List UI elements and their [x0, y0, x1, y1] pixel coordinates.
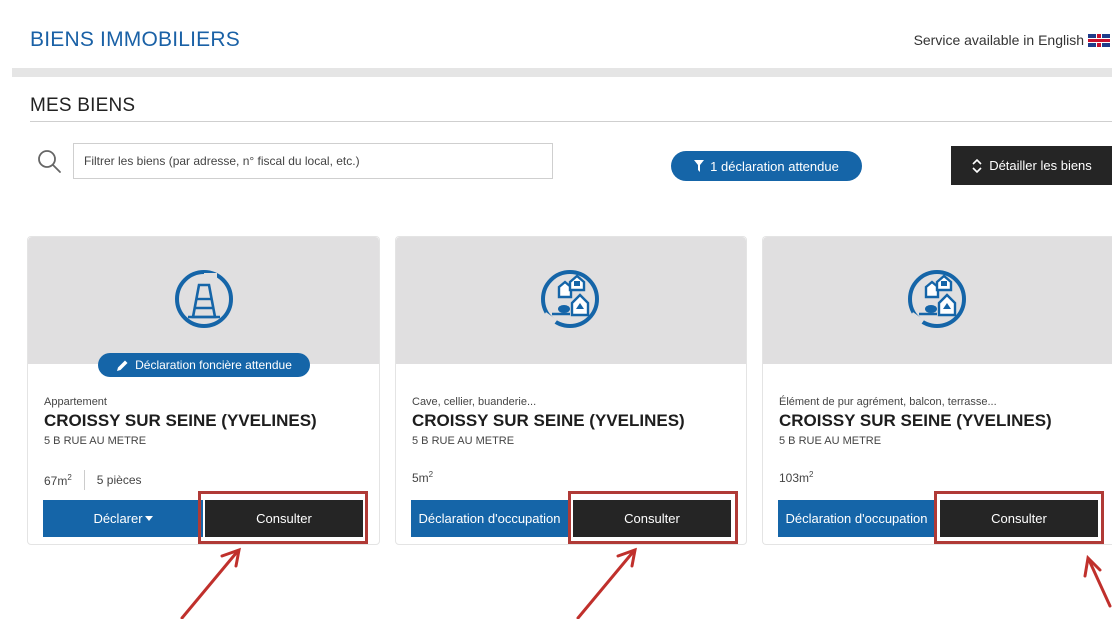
- annotation-arrow: [1083, 554, 1112, 608]
- annotation-arrow: [180, 547, 241, 619]
- header-divider: [12, 68, 1112, 77]
- property-rooms: 5 pièces: [96, 473, 142, 487]
- declare-button-label: Déclarer: [93, 511, 143, 526]
- english-link-label: Service available in English: [913, 32, 1084, 48]
- outbuildings-icon: [541, 270, 599, 328]
- consult-button-label: Consulter: [256, 511, 312, 526]
- english-language-link[interactable]: Service available in English: [914, 32, 1110, 48]
- title-divider: [30, 121, 1112, 122]
- property-details: 103m2: [779, 470, 813, 485]
- occupation-declaration-button[interactable]: Déclaration d'occupation: [778, 500, 935, 537]
- property-details: 67m2 5 pièces: [44, 470, 142, 490]
- property-type: Appartement: [44, 396, 107, 408]
- declare-dropdown-button[interactable]: Déclarer: [43, 500, 203, 537]
- filter-icon: [694, 160, 705, 172]
- uk-flag-icon: [1088, 33, 1110, 47]
- consult-button-label: Consulter: [624, 511, 680, 526]
- property-area: 103m2: [779, 470, 814, 485]
- property-address: 5 B RUE AU METRE: [44, 435, 147, 447]
- page-title: MES BIENS: [30, 95, 136, 116]
- app-title: BIENS IMMOBILIERS: [30, 28, 240, 51]
- annotation-arrow: [576, 547, 637, 619]
- caret-down-icon: [144, 516, 153, 521]
- meta-divider: [83, 470, 85, 490]
- property-city: CROISSY SUR SEINE (YVELINES): [412, 411, 685, 430]
- occupation-declaration-label: Déclaration d'occupation: [785, 511, 928, 526]
- card-header: [763, 237, 1112, 364]
- property-card: Élément de pur agrément, balcon, terrass…: [762, 236, 1112, 545]
- card-header: [396, 237, 746, 364]
- declaration-pending-badge[interactable]: Déclaration foncière attendue: [98, 353, 310, 377]
- search-icon[interactable]: [36, 148, 62, 174]
- search-input[interactable]: [73, 143, 553, 179]
- property-address: 5 B RUE AU METRE: [779, 435, 882, 447]
- occupation-declaration-button[interactable]: Déclaration d'occupation: [411, 500, 568, 537]
- consult-button-label: Consulter: [991, 511, 1047, 526]
- outbuildings-icon: [908, 270, 966, 328]
- property-card: Cave, cellier, buanderie... CROISSY SUR …: [395, 236, 747, 545]
- property-type: Élément de pur agrément, balcon, terrass…: [779, 396, 997, 408]
- property-address: 5 B RUE AU METRE: [412, 435, 515, 447]
- property-city: CROISSY SUR SEINE (YVELINES): [44, 411, 317, 430]
- property-details: 5m2: [412, 470, 433, 485]
- top-header: BIENS IMMOBILIERS Service available in E…: [0, 0, 1112, 68]
- detail-properties-button[interactable]: Détailler les biens: [951, 146, 1112, 185]
- declaration-badge-label: Déclaration foncière attendue: [135, 358, 292, 372]
- consult-button[interactable]: Consulter: [573, 500, 731, 537]
- property-card: Déclaration foncière attendue Appartemen…: [27, 236, 380, 545]
- building-icon: [175, 270, 233, 328]
- card-header: [28, 237, 379, 364]
- pending-declaration-label: 1 déclaration attendue: [710, 158, 839, 174]
- detail-properties-label: Détailler les biens: [989, 158, 1092, 173]
- property-area: 5m2: [412, 470, 434, 485]
- property-area: 67m2: [44, 472, 72, 488]
- property-type: Cave, cellier, buanderie...: [412, 396, 537, 408]
- consult-button[interactable]: Consulter: [940, 500, 1098, 537]
- pending-declaration-filter-button[interactable]: 1 déclaration attendue: [671, 151, 862, 181]
- expand-collapse-icon: [972, 158, 982, 173]
- occupation-declaration-label: Déclaration d'occupation: [418, 511, 561, 526]
- property-city: CROISSY SUR SEINE (YVELINES): [779, 411, 1052, 430]
- pencil-icon: [117, 360, 128, 371]
- consult-button[interactable]: Consulter: [205, 500, 363, 537]
